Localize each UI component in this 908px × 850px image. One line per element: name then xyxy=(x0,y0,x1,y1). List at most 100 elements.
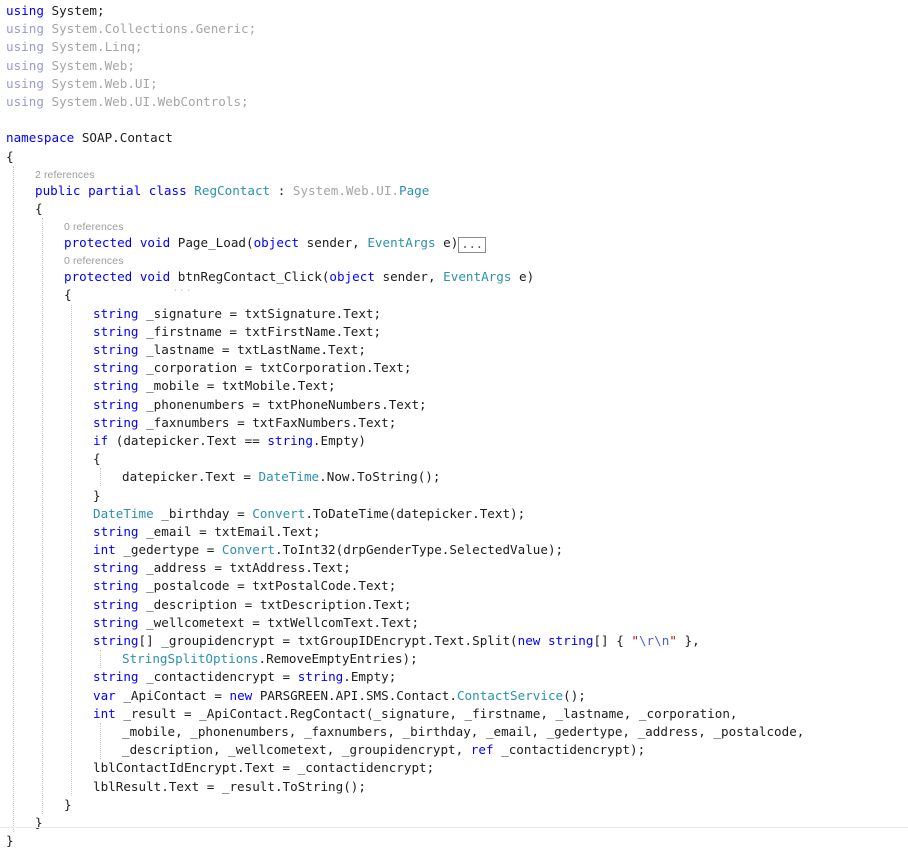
code-token: (); xyxy=(563,687,586,703)
code-token: System.Web.UI; xyxy=(43,75,158,91)
code-line: } xyxy=(0,487,908,505)
code-token: string xyxy=(93,669,139,685)
code-token: void xyxy=(139,235,171,251)
codelens-annotation[interactable]: 0 references xyxy=(0,218,908,234)
code-token: string xyxy=(93,378,139,394)
code-token: _firstname = txtFirstName.Text; xyxy=(138,323,382,339)
code-token: e) xyxy=(511,269,535,285)
code-token: [] { xyxy=(593,633,632,648)
code-token: _description, _wellcometext, _groupidenc… xyxy=(122,742,471,758)
code-token: } xyxy=(64,796,72,812)
collapsed-region-toggle[interactable]: ... xyxy=(458,237,487,254)
code-token: EventArgs xyxy=(443,269,512,285)
code-token: string xyxy=(267,432,313,448)
code-token: _faxnumbers = txtFaxNumbers.Text; xyxy=(138,414,397,430)
code-token: " xyxy=(669,633,677,648)
code-token: sender, xyxy=(299,235,368,251)
code-token: \r xyxy=(638,633,655,648)
code-token: System.Web.UI. xyxy=(292,182,400,198)
code-token: _address = txtAddress.Text; xyxy=(138,560,351,576)
code-line: _mobile, _phonenumbers, _faxnumbers, _bi… xyxy=(0,723,908,741)
code-token: string xyxy=(93,614,139,630)
code-token: lblContactIdEncrypt.Text = _contactidenc… xyxy=(93,760,435,776)
code-editor-surface[interactable]: using System; using System.Collections.Ge… xyxy=(0,0,908,848)
code-token: Page xyxy=(399,182,430,198)
codelens-reference-count[interactable]: 2 references xyxy=(35,169,95,181)
code-line: string _description = txtDescription.Tex… xyxy=(0,596,908,614)
code-token: _signature = txtSignature.Text; xyxy=(138,305,382,321)
code-token: string xyxy=(547,633,594,648)
code-line: using System.Collections.Generic; xyxy=(0,20,908,38)
code-token: string xyxy=(93,342,139,357)
code-token: string xyxy=(93,523,139,539)
code-token: \n xyxy=(654,633,670,648)
code-token: if xyxy=(93,432,109,448)
code-token: object xyxy=(329,269,375,285)
code-token: : xyxy=(270,182,293,198)
code-token: using xyxy=(6,39,44,55)
code-token: _mobile = txtMobile.Text; xyxy=(138,378,336,394)
code-token: sender, xyxy=(374,269,444,285)
code-token: using xyxy=(6,75,44,91)
code-line: string[] _groupidencrypt = txtGroupIDEnc… xyxy=(0,632,908,650)
code-token: _mobile, _phonenumbers, _faxnumbers, _bi… xyxy=(122,723,805,739)
code-token: " xyxy=(631,633,639,648)
code-token: protected xyxy=(64,269,133,285)
code-token: var xyxy=(93,687,116,703)
codelens-annotation[interactable]: 2 references xyxy=(0,166,908,182)
code-line: string _faxnumbers = txtFaxNumbers.Text; xyxy=(0,414,908,432)
code-token: _postalcode = txtPostalCode.Text; xyxy=(138,578,397,594)
code-line: string _email = txtEmail.Text; xyxy=(0,523,908,541)
codelens-reference-count[interactable]: 0 references xyxy=(64,255,124,267)
code-line: string _mobile = txtMobile.Text; xyxy=(0,377,908,395)
code-line: string _firstname = txtFirstName.Text; xyxy=(0,323,908,341)
code-token: _contactidencrypt = xyxy=(138,669,298,685)
code-token: _corporation = txtCorporation.Text; xyxy=(138,360,412,376)
code-token: Page_Load( xyxy=(170,235,254,251)
code-token: void xyxy=(139,269,171,285)
code-token: .RemoveEmptyEntries); xyxy=(258,651,418,667)
code-line: if (datepicker.Text == string.Empty) xyxy=(0,432,908,450)
code-line: protected void Page_Load(object sender, … xyxy=(0,234,908,254)
code-token: lblResult.Text = _result.ToString(); xyxy=(93,778,366,794)
code-line: StringSplitOptions.RemoveEmptyEntries); xyxy=(0,650,908,668)
codelens-annotation[interactable]: 0 references xyxy=(0,252,908,268)
code-token: { xyxy=(64,287,72,303)
code-token: .ToDateTime(datepicker.Text); xyxy=(305,505,526,521)
code-token: string xyxy=(93,578,139,594)
code-line: { xyxy=(0,148,908,166)
code-line: int _gedertype = Convert.ToInt32(drpGend… xyxy=(0,541,908,559)
code-token: datepicker.Text = xyxy=(122,469,259,485)
code-token: using xyxy=(6,21,44,37)
code-token: _email = txtEmail.Text; xyxy=(138,523,321,539)
codelens-reference-count[interactable]: 0 references xyxy=(64,221,124,233)
code-line: string _contactidencrypt = string.Empty; xyxy=(0,668,908,686)
code-token: string xyxy=(93,633,139,648)
code-token: _gedertype = xyxy=(115,542,222,558)
code-token: public xyxy=(35,182,81,198)
code-line: using System.Web; xyxy=(0,57,908,75)
code-line: using System.Web.UI; xyxy=(0,75,908,93)
code-line: _description, _wellcometext, _groupidenc… xyxy=(0,741,908,759)
code-line: string _phonenumbers = txtPhoneNumbers.T… xyxy=(0,396,908,414)
code-line: lblResult.Text = _result.ToString(); xyxy=(0,778,908,796)
code-line: int _result = _ApiContact.RegContact(_si… xyxy=(0,705,908,723)
code-line: using System; xyxy=(0,2,908,20)
code-token: string xyxy=(93,414,139,430)
code-token: .Empty) xyxy=(312,432,366,448)
code-token: System.Linq; xyxy=(43,39,143,55)
code-line: public partial class RegContact : System… xyxy=(0,182,908,200)
code-token: using xyxy=(6,3,44,18)
code-token: }, xyxy=(676,633,700,648)
code-token: .Empty; xyxy=(343,669,397,685)
code-token: RegContact xyxy=(194,182,271,198)
code-token: [] _groupidencrypt = txtGroupIDEncrypt.T… xyxy=(138,633,518,648)
code-token: string xyxy=(297,669,344,685)
code-line: { xyxy=(0,200,908,218)
code-token: string xyxy=(93,323,139,339)
code-line: DateTime _birthday = Convert.ToDateTime(… xyxy=(0,505,908,523)
